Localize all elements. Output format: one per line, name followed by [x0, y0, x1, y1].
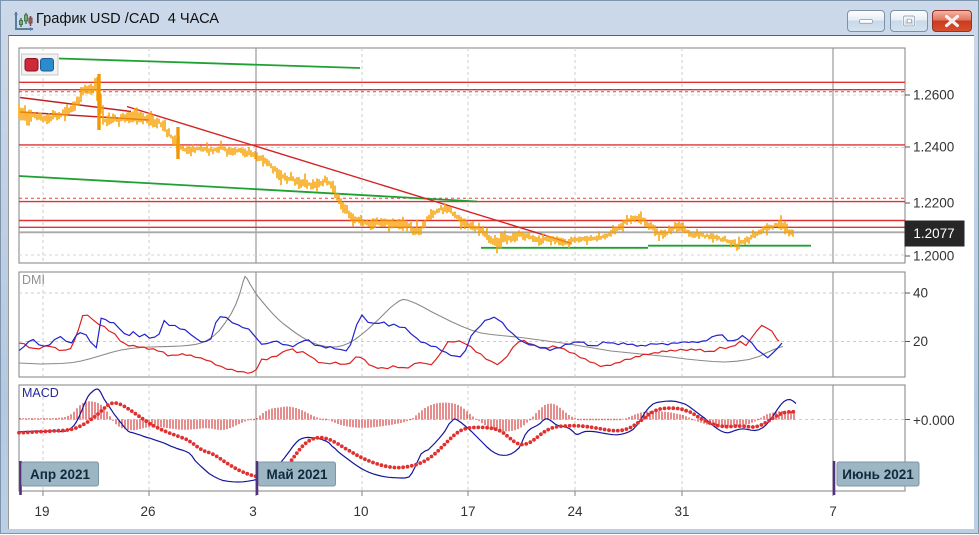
svg-text:24: 24 [567, 504, 583, 519]
svg-text:19: 19 [34, 504, 49, 519]
svg-text:40: 40 [913, 286, 928, 301]
svg-text:31: 31 [674, 504, 689, 519]
svg-text:Май 2021: Май 2021 [266, 467, 327, 482]
svg-text:1.2400: 1.2400 [913, 140, 954, 155]
svg-text:10: 10 [353, 504, 368, 519]
svg-text:MACD: MACD [22, 386, 59, 400]
svg-text:7: 7 [829, 504, 837, 519]
svg-text:17: 17 [460, 504, 475, 519]
svg-text:Апр 2021: Апр 2021 [30, 467, 90, 482]
svg-text:20: 20 [913, 334, 928, 349]
svg-text:Июнь 2021: Июнь 2021 [842, 467, 914, 482]
svg-text:26: 26 [140, 504, 155, 519]
svg-text:DMI: DMI [22, 273, 45, 287]
svg-text:3: 3 [249, 504, 257, 519]
svg-text:1.2000: 1.2000 [913, 249, 954, 264]
svg-text:+0.000: +0.000 [913, 413, 955, 428]
svg-text:1.2200: 1.2200 [913, 196, 954, 211]
svg-text:1.2077: 1.2077 [913, 226, 954, 241]
svg-text:1.2600: 1.2600 [913, 88, 954, 103]
